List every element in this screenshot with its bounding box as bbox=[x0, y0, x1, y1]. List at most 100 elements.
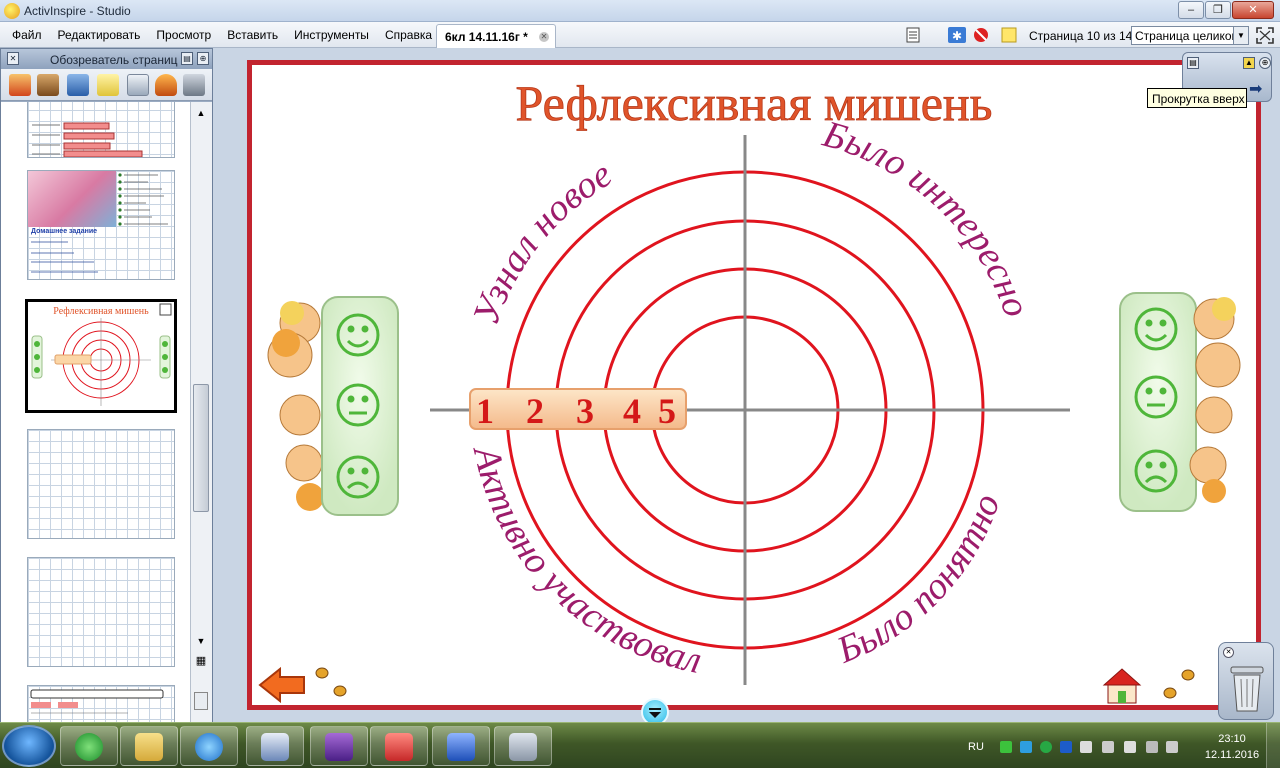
arc-label-was-interesting: Было интересно bbox=[818, 113, 1038, 322]
power-icon[interactable] bbox=[1124, 741, 1136, 753]
arrow-right-icon[interactable]: ➡ bbox=[1249, 79, 1267, 98]
action-browser-icon[interactable] bbox=[155, 74, 177, 96]
tooltip-scroll-up: Прокрутка вверх bbox=[1147, 88, 1247, 108]
clock-time: 23:10 bbox=[1218, 733, 1246, 745]
panel-menu-icon[interactable]: ▤ bbox=[181, 52, 193, 65]
show-desktop-button[interactable] bbox=[1266, 723, 1280, 768]
network-icon[interactable] bbox=[1146, 741, 1158, 753]
flipchart-page[interactable]: Рефлексивная мишень 1 2 3 4 5 Узнал ново… bbox=[247, 60, 1261, 710]
menu-insert[interactable]: Вставить bbox=[219, 28, 286, 42]
property-browser-icon[interactable] bbox=[127, 74, 149, 96]
page-browser-toolbar bbox=[1, 69, 212, 101]
document-tab[interactable]: 6кл 14.11.16г * ✕ bbox=[436, 24, 556, 48]
taskbar-word[interactable] bbox=[432, 726, 490, 766]
zoom-select[interactable]: Страница целиком ▼ bbox=[1131, 26, 1249, 45]
tray-app-icon[interactable] bbox=[1040, 741, 1052, 753]
chevron-down-icon[interactable]: ▼ bbox=[1233, 27, 1248, 44]
scrollbar-thumb[interactable] bbox=[193, 384, 209, 512]
title-bar: ActivInspire - Studio – ❐ ✕ bbox=[0, 0, 1280, 22]
menu-edit[interactable]: Редактировать bbox=[50, 28, 149, 42]
language-indicator[interactable]: RU bbox=[968, 741, 984, 753]
trash-can-icon[interactable] bbox=[1229, 665, 1265, 713]
tray-app-icon[interactable] bbox=[1020, 741, 1032, 753]
restore-button[interactable]: ❐ bbox=[1205, 1, 1231, 19]
signal-icon[interactable] bbox=[1166, 741, 1178, 753]
taskbar-app[interactable] bbox=[494, 726, 552, 766]
pages-browser-icon[interactable] bbox=[9, 74, 31, 96]
close-button[interactable]: ✕ bbox=[1232, 1, 1274, 19]
thumbnail-target-graphic: Рефлексивная мишень bbox=[31, 303, 172, 406]
activinspire-icon bbox=[325, 733, 353, 761]
phone-icon bbox=[509, 733, 537, 761]
tab-close-icon[interactable]: ✕ bbox=[539, 32, 549, 42]
toolbox-menu-icon[interactable]: ▤ bbox=[1187, 57, 1199, 69]
scale-value-4: 4 bbox=[623, 391, 641, 431]
taskbar-app[interactable] bbox=[246, 726, 304, 766]
page-thumbnail[interactable] bbox=[27, 685, 175, 722]
page-thumbnail-current[interactable]: Рефлексивная мишень bbox=[25, 299, 177, 413]
page-browser-panel: ✕ Обозреватель страниц ▤ ⊕ Домашнее зада… bbox=[0, 48, 213, 722]
left-kids-illustration bbox=[267, 301, 324, 511]
zoom-value: Страница целиком bbox=[1135, 29, 1240, 43]
no-entry-icon[interactable] bbox=[972, 27, 990, 43]
fullscreen-icon[interactable] bbox=[1256, 27, 1274, 44]
action-center-flag-icon[interactable] bbox=[1102, 741, 1114, 753]
taskbar-explorer[interactable] bbox=[120, 726, 178, 766]
scroll-up-icon[interactable]: ▲ bbox=[194, 108, 208, 118]
thumbnail-size-icon[interactable]: ▦ bbox=[194, 654, 208, 667]
resource-library-icon[interactable] bbox=[37, 74, 59, 96]
object-browser-icon[interactable] bbox=[67, 74, 89, 96]
taskbar-internet-explorer[interactable] bbox=[180, 726, 238, 766]
panel-close-icon[interactable]: ✕ bbox=[7, 52, 19, 65]
arc-label-learned-new: Узнал новое bbox=[465, 153, 619, 330]
mail-agent-icon bbox=[75, 733, 103, 761]
internet-explorer-icon bbox=[195, 733, 223, 761]
page-thumbnail[interactable] bbox=[27, 429, 175, 539]
thumbnail-table-graphic bbox=[30, 689, 164, 714]
page-browser-scrollbar[interactable]: ▲ ▼ ▦ bbox=[190, 102, 212, 722]
page-thumbnail[interactable] bbox=[27, 557, 175, 667]
toolbox-collapse-icon[interactable]: ▲ bbox=[1243, 57, 1255, 69]
thumbnail-size-slider[interactable] bbox=[194, 692, 208, 710]
page-browser-title: Обозреватель страниц bbox=[50, 53, 178, 67]
toolbox-pin-icon[interactable]: ⊕ bbox=[1259, 57, 1271, 69]
window-title: ActivInspire - Studio bbox=[24, 4, 131, 18]
snowflake-icon[interactable]: ✱ bbox=[948, 27, 966, 43]
thumbnail-chart-graphic bbox=[32, 122, 143, 157]
taskbar-activinspire[interactable] bbox=[310, 726, 368, 766]
windows-taskbar: RU 23:10 12.11.2016 bbox=[0, 722, 1280, 768]
menu-tools[interactable]: Инструменты bbox=[286, 28, 377, 42]
page-browser-header: ✕ Обозреватель страниц ▤ ⊕ bbox=[1, 49, 212, 69]
page-thumbnail[interactable] bbox=[27, 102, 175, 158]
sticky-note-icon[interactable] bbox=[1000, 27, 1018, 43]
volume-icon[interactable] bbox=[1080, 741, 1092, 753]
menu-file[interactable]: Файл bbox=[4, 28, 50, 42]
minimize-button[interactable]: – bbox=[1178, 1, 1204, 19]
notes-browser-icon[interactable] bbox=[97, 74, 119, 96]
taskbar-app[interactable] bbox=[370, 726, 428, 766]
scroll-down-icon[interactable]: ▼ bbox=[194, 636, 208, 646]
activinspire-app-icon bbox=[4, 3, 20, 19]
tray-app-icon[interactable] bbox=[1060, 741, 1072, 753]
clock[interactable]: 23:10 12.11.2016 bbox=[1202, 731, 1262, 763]
system-tray: RU 23:10 12.11.2016 bbox=[960, 723, 1280, 768]
voting-browser-icon[interactable] bbox=[183, 74, 205, 96]
word-icon bbox=[447, 733, 475, 761]
scale-value-1: 1 bbox=[476, 391, 494, 431]
back-arrow-icon[interactable] bbox=[258, 666, 305, 704]
folder-icon bbox=[135, 733, 163, 761]
trash-close-icon[interactable]: ✕ bbox=[1223, 647, 1234, 658]
slide-graphics: Рефлексивная мишень 1 2 3 4 5 Узнал ново… bbox=[258, 75, 1241, 704]
start-button[interactable] bbox=[2, 725, 56, 767]
page-thumbnail[interactable]: Домашнее задание bbox=[27, 170, 175, 280]
panel-pin-icon[interactable]: ⊕ bbox=[197, 52, 209, 65]
arc-label-was-clear: Было понятно bbox=[830, 489, 1008, 672]
home-icon[interactable] bbox=[1102, 668, 1142, 704]
trash-can-panel[interactable]: ✕ bbox=[1218, 642, 1274, 720]
clock-date: 12.11.2016 bbox=[1204, 749, 1260, 761]
page-notes-icon[interactable] bbox=[904, 27, 922, 43]
menu-help[interactable]: Справка bbox=[377, 28, 440, 42]
taskbar-mail-agent[interactable] bbox=[60, 726, 118, 766]
tray-app-icon[interactable] bbox=[1000, 741, 1012, 753]
menu-view[interactable]: Просмотр bbox=[148, 28, 219, 42]
